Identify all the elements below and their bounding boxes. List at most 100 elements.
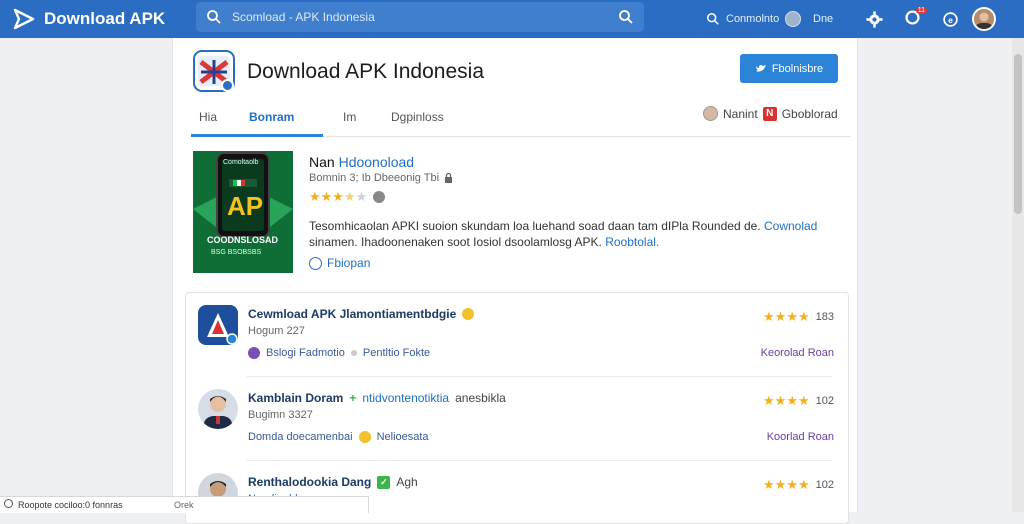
language-label: Dne (813, 13, 834, 25)
search-bar[interactable]: Scomload - APK Indonesia (196, 2, 644, 32)
list-item-title[interactable]: Kamblain Doram + ntidvontenotiktia anesb… (248, 391, 506, 405)
brand-name: Download APK (44, 9, 166, 28)
user-avatar-button[interactable] (972, 0, 996, 38)
follow-button-label: Fbolnisbre (771, 62, 824, 75)
language-selector[interactable]: Dne (785, 0, 833, 38)
list-item-tag[interactable]: ntidvontenotiktia (362, 391, 449, 405)
featured-image-caption: COODNSLOSAD (207, 235, 279, 245)
avatar (972, 7, 996, 31)
featured-description-link-2[interactable]: Roobtolal. (605, 235, 659, 249)
account-search-label: Conmolnto (726, 13, 780, 25)
featured-description-line2: sinamen. Ihadoonenaken soot Iosiol dsool… (309, 235, 602, 249)
search-icon (207, 10, 221, 24)
status-right-text: Orek (174, 500, 194, 510)
list-item-meta-2[interactable]: Nelioesata (377, 431, 429, 443)
bird-icon (755, 65, 766, 72)
featured-image-big-text: AP (227, 191, 264, 221)
featured-app-image[interactable]: Comoltaolb AP COODNSLOSAD BSG BSOBSBS (193, 151, 293, 273)
list-item-meta: Domda doecamenbai Nelioesata (248, 431, 429, 443)
tab-bar: Hia Bonram Im Dgpinloss Nanint N Gboblor… (191, 98, 851, 137)
smile-emoji-icon (462, 308, 475, 320)
list-item-meta-2[interactable]: Pentltio Fokte (363, 347, 430, 359)
verified-badge-icon (221, 79, 234, 92)
list-item-action-link[interactable]: Koorlad Roan (767, 431, 834, 443)
app-list: Cewmload APK Jlamontiamentbdgie Hogum 22… (185, 292, 849, 524)
top-navigation-bar: Download APK Scomload - APK Indonesia Co… (0, 0, 1024, 38)
avatar (703, 106, 718, 121)
list-item-subtitle: Hogum 227 (248, 325, 305, 337)
star-rating-icon: ★★★★★ (309, 189, 368, 204)
featured-name-prefix: Nan (309, 154, 335, 170)
featured-open-link-label: Fbiopan (327, 256, 371, 270)
globe-icon (4, 499, 13, 508)
scrollbar-thumb[interactable] (1014, 54, 1022, 214)
check-icon: ✓ (377, 475, 391, 489)
globe-icon[interactable] (373, 191, 386, 203)
brand-logo[interactable]: Download APK (12, 7, 165, 31)
list-item-rating: ★★★★ 102 (763, 477, 834, 493)
list-item-rating: ★★★★ 183 (763, 309, 834, 325)
info-icon (309, 256, 322, 270)
rating-count: 183 (815, 311, 834, 323)
tab-download-label: Gboblorad (781, 106, 838, 121)
featured-description: Tesomhicaolan APKI suoion skundam loa lu… (309, 218, 829, 250)
rating-count: 102 (815, 479, 834, 491)
tab-2-active[interactable]: Bonram (249, 110, 294, 124)
tab-user-link[interactable]: Nanint N Gboblorad (703, 106, 838, 121)
user-dot-icon (248, 347, 260, 359)
smile-emoji-icon (358, 431, 371, 443)
page-scrollbar[interactable] (1012, 38, 1024, 512)
list-item-title[interactable]: Cewmload APK Jlamontiamentbdgie (248, 307, 475, 321)
avatar (198, 389, 238, 429)
list-item-rating: ★★★★ 102 (763, 393, 834, 409)
list-item[interactable]: Cewmload APK Jlamontiamentbdgie Hogum 22… (186, 293, 848, 377)
list-item-title[interactable]: Renthalodookia Dang ✓ Agh (248, 475, 418, 489)
featured-image-caption-sub: BSG BSOBSBS (211, 249, 262, 256)
featured-open-link[interactable]: Fbiopan (309, 256, 370, 270)
list-item[interactable]: Renthalodookia Dang ✓ Agh Nendim hhe ★★★… (186, 461, 848, 523)
list-item[interactable]: Kamblain Doram + ntidvontenotiktia anesb… (186, 377, 848, 461)
featured-image-caption-top: Comoltaolb (223, 159, 259, 166)
tab-4[interactable]: Dgpinloss (391, 110, 444, 124)
help-icon: e (943, 11, 958, 27)
featured-description-text: Tesomhicaolan APKI suoion skundam loa lu… (309, 219, 761, 233)
help-button[interactable]: e (942, 0, 959, 38)
list-item-action-link[interactable]: Keorolad Roan (761, 347, 834, 359)
settings-button[interactable] (866, 0, 883, 38)
list-item-title-text: Renthalodookia Dang (248, 475, 372, 489)
plus-icon: + (349, 391, 357, 405)
globe-icon (785, 11, 801, 27)
featured-app-name[interactable]: Nan Hdoonoload (309, 154, 414, 170)
search-input[interactable]: Scomload - APK Indonesia (232, 10, 375, 24)
featured-app-meta: Bomnin 3; Ib Dbeeonig Tbi (309, 172, 453, 184)
tab-user-label: Nanint (723, 106, 758, 121)
play-logo-icon (13, 8, 35, 30)
active-tab-indicator (191, 134, 323, 137)
list-item-meta-1[interactable]: Domda doecamenbai (248, 431, 353, 443)
notifications-button[interactable]: 11 (904, 0, 927, 38)
lock-icon (445, 173, 453, 183)
list-item-title-text: Kamblain Doram (248, 391, 344, 405)
notification-badge: 11 (915, 7, 927, 14)
search-submit-icon[interactable] (618, 9, 634, 25)
list-item-title-text: Cewmload APK Jlamontiamentbdgie (248, 307, 457, 321)
list-item-meta-1[interactable]: Bslogi Fadmotio (266, 347, 345, 359)
list-item-subtitle: Bugimn 3327 (248, 409, 313, 421)
tab-1[interactable]: Hia (199, 110, 217, 124)
gear-icon (866, 10, 883, 28)
rating-count: 102 (815, 395, 834, 407)
status-text: Roopote cociloo:0 fonnras (18, 500, 123, 510)
follow-button[interactable]: Fbolnisbre (740, 54, 838, 83)
tab-3[interactable]: Im (343, 110, 356, 124)
list-item-tag: Agh (396, 475, 418, 489)
page-title: Download APK Indonesia (247, 60, 484, 83)
download-tag-icon: N (762, 106, 777, 121)
list-item-tag-2: anesbikla (455, 391, 506, 405)
featured-name-highlight: Hdoonoload (338, 154, 415, 170)
featured-description-link[interactable]: Cownolad (764, 219, 817, 233)
list-item-meta: Bslogi Fadmotio Pentltio Fokte (248, 347, 430, 359)
app-detail-card: Download APK Indonesia Fbolnisbre Hia Bo… (172, 38, 858, 524)
account-search-link[interactable]: Conmolnto (706, 0, 779, 38)
app-logo-icon (198, 305, 238, 345)
dot-icon (350, 350, 357, 356)
